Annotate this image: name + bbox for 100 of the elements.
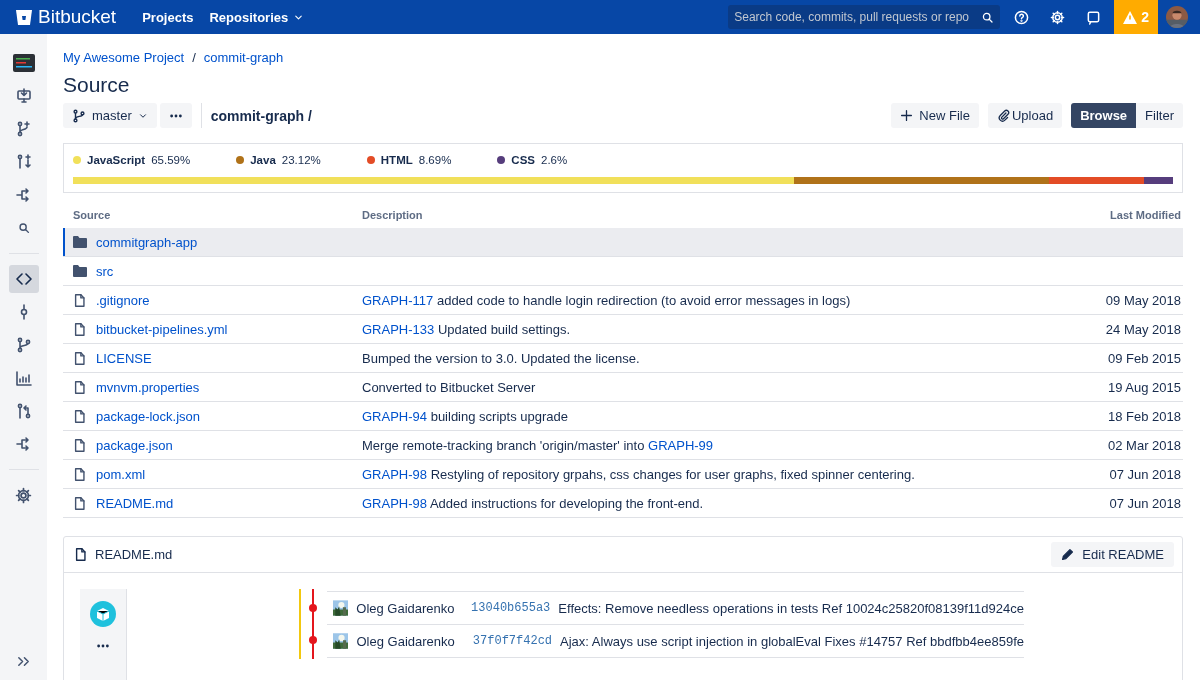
file-link[interactable]: bitbucket-pipelines.yml [96,321,228,337]
language-percent: 23.12% [281,154,321,166]
file-link[interactable]: package.json [96,437,173,453]
pull-request-add-icon[interactable] [15,154,32,170]
commit-hash[interactable]: 13040b655a3 [471,601,551,615]
commit-message: Ajax: Always use script injection in globalEval Fixes #14757 Ref bbdfbb4ee859fe [560,633,1024,649]
upload-button[interactable]: Upload [987,103,1063,128]
pull-request-icon[interactable] [15,403,32,419]
modified-date: 07 Jun 2018 [1109,495,1181,511]
modified-date: 02 Mar 2018 [1108,437,1181,453]
branch-icon [72,108,86,123]
modified-date: 18 Feb 2018 [1108,408,1181,424]
view-mode-button[interactable]: Browse [1071,103,1137,128]
commit-hash[interactable]: 37f0f7f42cd [472,634,553,648]
file-path: commit-graph / [200,103,312,128]
file-link[interactable]: .gitignore [96,292,150,308]
file-link[interactable]: pom.xml [96,466,146,482]
file-icon [73,379,87,395]
fork-icon[interactable] [15,436,32,452]
nav-link[interactable]: Projects [134,9,202,25]
alerts-count: 2 [1141,9,1149,25]
breadcrumb-separator: / [192,50,196,65]
branch-selector[interactable]: master [63,103,157,128]
app-name[interactable]: Bitbucket [38,6,117,28]
commit-author: Oleg Gaidarenko [356,633,456,649]
paperclip-icon [996,109,1010,122]
issue-link[interactable]: GRAPH-94 [362,408,428,424]
issue-link[interactable]: GRAPH-117 [362,292,434,308]
commit-description: GRAPH-98 Restyling of repository grpahs, css changes for user graphs, fixed spinner centering. [362,466,915,482]
modified-date: 24 May 2018 [1105,321,1181,337]
file-link[interactable]: commitgraph-app [96,234,198,250]
modified-date: 09 May 2018 [1105,292,1181,308]
file-link[interactable]: mvnvm.properties [96,379,200,395]
branch-add-icon[interactable] [15,121,32,137]
code-icon[interactable] [15,271,32,287]
language-name: JavaScript [87,154,146,166]
more-button[interactable] [159,103,192,128]
sidebar-item-selected[interactable] [8,265,39,293]
page-title: Source [63,73,131,97]
file-icon [73,408,87,424]
breadcrumb-link[interactable]: commit-graph [203,50,284,65]
issue-link[interactable]: GRAPH-99 [648,437,714,453]
file-icon [73,437,87,453]
folder-icon [73,265,87,277]
commit-description: GRAPH-117 added code to handle login redirection (to avoid error messages in logs) [362,292,851,308]
search-icon[interactable] [16,221,31,235]
language-name: HTML [380,154,413,166]
file-icon [73,292,87,308]
commit-author: Oleg Gaidarenko [356,600,456,616]
language-name: Java [250,154,276,166]
nav-link[interactable]: Repositories [201,9,313,25]
bar-chart-icon[interactable] [15,370,32,386]
search-icon [981,10,995,24]
search-field[interactable]: Search code, commits, pull requests or repo [728,5,1001,29]
file-icon [73,466,87,482]
commit-graph-drawing [299,589,317,659]
branch-icon[interactable] [15,337,32,353]
commit-description: Converted to Bitbucket Server [362,379,536,395]
box-icon [90,601,116,627]
plus-icon [900,109,914,122]
language-percent: 65.59% [151,154,191,166]
file-icon [73,495,87,511]
notification-icon[interactable] [1085,9,1101,25]
commit-description: GRAPH-94 building scripts upgrade [362,408,568,424]
file-icon [74,547,88,562]
file-link[interactable]: LICENSE [96,350,152,366]
column-header: Source [73,209,111,221]
collapse-icon[interactable] [16,654,31,669]
modified-date: 19 Aug 2015 [1107,379,1181,395]
commit-description: Merge remote-tracking branch 'origin/master' into GRAPH-99 [362,437,714,453]
column-header: Last Modified [1110,209,1181,221]
commit-description: Bumped the version to 3.0. Updated the license. [362,350,640,366]
issue-link[interactable]: GRAPH-133 [362,321,435,337]
readme-title: README.md [95,547,173,562]
settings-icon[interactable] [15,486,32,504]
fork-icon[interactable] [15,187,32,203]
issue-link[interactable]: GRAPH-98 [362,466,428,482]
language-percent: 2.6% [541,154,568,166]
modified-date: 07 Jun 2018 [1109,466,1181,482]
file-icon [73,350,87,366]
project-avatar-icon[interactable] [12,54,35,72]
bucket-logo-icon[interactable] [16,9,32,25]
breadcrumb-link[interactable]: My Awesome Project [63,50,185,65]
file-link[interactable]: README.md [96,495,174,511]
pencil-icon [1061,548,1075,561]
warning-icon [1123,10,1138,24]
clone-icon[interactable] [15,88,32,104]
file-link[interactable]: src [96,263,114,279]
modified-date: 09 Feb 2015 [1108,350,1181,366]
column-header: Description [362,209,423,221]
help-icon[interactable] [1013,9,1029,25]
file-icon [73,321,87,337]
edit-readme-button[interactable]: Edit README [1051,542,1174,567]
view-mode-button[interactable]: Filter [1136,103,1183,128]
file-link[interactable]: package-lock.json [96,408,201,424]
new-file-button[interactable]: New File [891,103,979,128]
issue-link[interactable]: GRAPH-98 [362,495,428,511]
language-name: CSS [511,154,535,166]
language-percent: 8.69% [418,154,452,166]
commit-description: GRAPH-133 Updated build settings. [362,321,571,337]
